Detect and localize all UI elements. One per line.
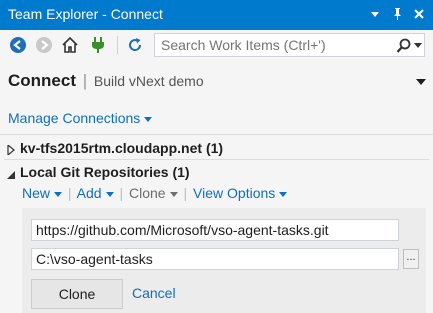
chevron-down-icon: [144, 116, 153, 122]
title-separator: |: [82, 71, 88, 90]
toolbar-separator: [117, 36, 118, 54]
cancel-link[interactable]: Cancel: [132, 285, 176, 301]
server-section-header[interactable]: kv-tfs2015rtm.cloudapp.net (1): [20, 140, 223, 156]
action-separator: |: [119, 185, 124, 201]
search-box[interactable]: [154, 33, 425, 57]
clone-menu-button[interactable]: Clone: [129, 185, 178, 201]
search-icon[interactable]: [395, 37, 413, 55]
forward-arrow-icon[interactable]: [35, 36, 53, 54]
server-label: kv-tfs2015rtm.cloudapp.net (1): [20, 140, 224, 156]
new-label: New: [22, 185, 51, 201]
search-input[interactable]: [161, 36, 391, 54]
repos-section-header[interactable]: Local Git Repositories (1): [20, 164, 190, 180]
manage-connections-link[interactable]: Manage Connections: [8, 110, 153, 126]
chevron-down-icon: [105, 191, 114, 197]
page-header: Connect | Build vNext demo: [8, 71, 204, 91]
chevron-down-icon: [279, 191, 288, 197]
pin-icon[interactable]: [389, 6, 405, 22]
action-separator: |: [183, 185, 188, 201]
chevron-down-icon: [54, 191, 63, 197]
home-icon[interactable]: [61, 36, 79, 54]
expand-arrow-icon[interactable]: [6, 143, 16, 157]
repos-label: Local Git Repositories (1): [20, 164, 190, 180]
collapse-arrow-icon[interactable]: [6, 168, 16, 179]
manage-connections-label: Manage Connections: [8, 110, 141, 126]
refresh-icon[interactable]: [126, 36, 144, 54]
plug-icon[interactable]: [89, 36, 107, 54]
search-dropdown-icon[interactable]: [413, 38, 423, 52]
dropdown-icon[interactable]: [367, 6, 383, 22]
repo-actions: New | Add | Clone | View Options: [22, 185, 288, 201]
repo-url-input[interactable]: [32, 220, 398, 240]
local-path-field[interactable]: [31, 248, 399, 270]
page-subtitle: Build vNext demo: [93, 73, 204, 89]
clone-menu-label: Clone: [129, 185, 166, 201]
new-button[interactable]: New: [22, 185, 63, 201]
add-button[interactable]: Add: [77, 185, 114, 201]
close-icon[interactable]: [411, 6, 427, 22]
clone-button[interactable]: Clone: [31, 279, 123, 309]
header-dropdown-icon[interactable]: [416, 74, 426, 85]
title-bar: Team Explorer - Connect: [0, 0, 433, 30]
add-label: Add: [76, 185, 102, 201]
view-options-label: View Options: [193, 185, 276, 201]
window-title: Team Explorer - Connect: [8, 6, 163, 22]
divider: [0, 134, 433, 135]
browse-button[interactable]: ...: [403, 249, 419, 269]
divider: [4, 159, 429, 160]
view-options-button[interactable]: View Options: [193, 185, 288, 201]
chevron-down-icon: [169, 191, 178, 197]
repo-url-field[interactable]: [31, 219, 399, 241]
page-title: Connect: [8, 71, 76, 90]
local-path-input[interactable]: [32, 249, 398, 269]
action-separator: |: [67, 185, 72, 201]
back-arrow-icon[interactable]: [9, 36, 27, 54]
